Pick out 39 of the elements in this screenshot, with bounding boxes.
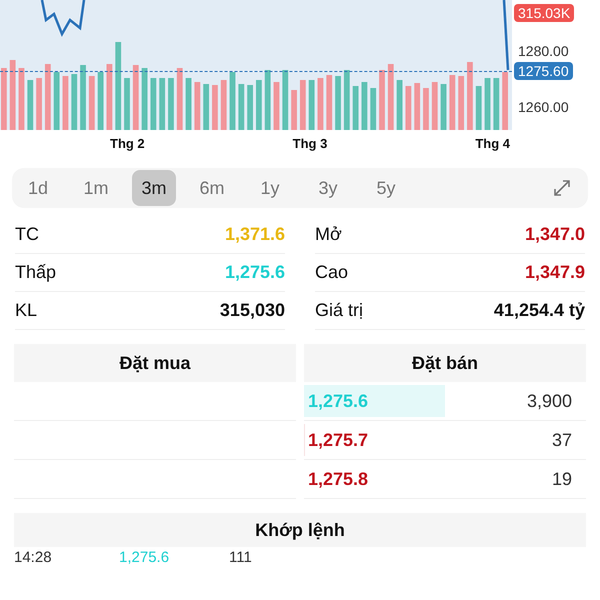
period-tab[interactable]: 3m [132,170,176,206]
stat-label: Cao [315,261,348,284]
stat-value: 1,275.6 [224,261,285,284]
column-header: Đặt bán [304,344,586,382]
period-tab[interactable]: 1d [16,170,60,206]
match-time: 14:28 [14,548,53,568]
stat-value: 1,347.0 [524,223,585,246]
match-volume: 111 [229,548,252,568]
axis-label: 1280.00 [517,42,570,60]
period-tab[interactable]: 1y [248,170,292,206]
period-tab[interactable]: 3y [306,170,350,206]
stat-value: 1,371.6 [224,223,285,246]
axis-label: Thg 2 [110,135,145,154]
expand-icon[interactable] [552,178,572,198]
period-tab[interactable]: 6m [190,170,234,206]
stat-label: KL [15,299,38,322]
ask-volume: 3,900 [526,390,572,412]
axis-label: Thg 4 [475,135,510,154]
stat-label: Thấp [15,261,56,284]
stat-label: TC [15,223,39,246]
stat-value: 315,030 [220,299,285,322]
ask-price: 1,275.8 [307,468,368,490]
stat-label: Mở [315,223,342,246]
period-tab[interactable]: 1m [74,170,118,206]
ask-price: 1,275.6 [307,390,368,412]
period-tab[interactable]: 5y [364,170,408,206]
ask-volume: 37 [552,428,572,452]
stat-value: 1,347.9 [524,261,585,284]
axis-label: 1260.00 [517,98,570,116]
ask-volume: 19 [552,468,572,490]
match-price: 1,275.6 [119,548,170,568]
stat-label: Giá trị [315,299,364,322]
stat-value: 41,254.4 tỷ [494,299,585,322]
section-header: Khớp lệnh [14,513,586,547]
ask-price: 1,275.7 [307,428,368,452]
price-tag: 315.03K [514,4,574,22]
axis-label: Thg 3 [292,135,328,154]
price-tag: 1275.60 [514,62,573,80]
column-header: Đặt mua [14,344,296,382]
